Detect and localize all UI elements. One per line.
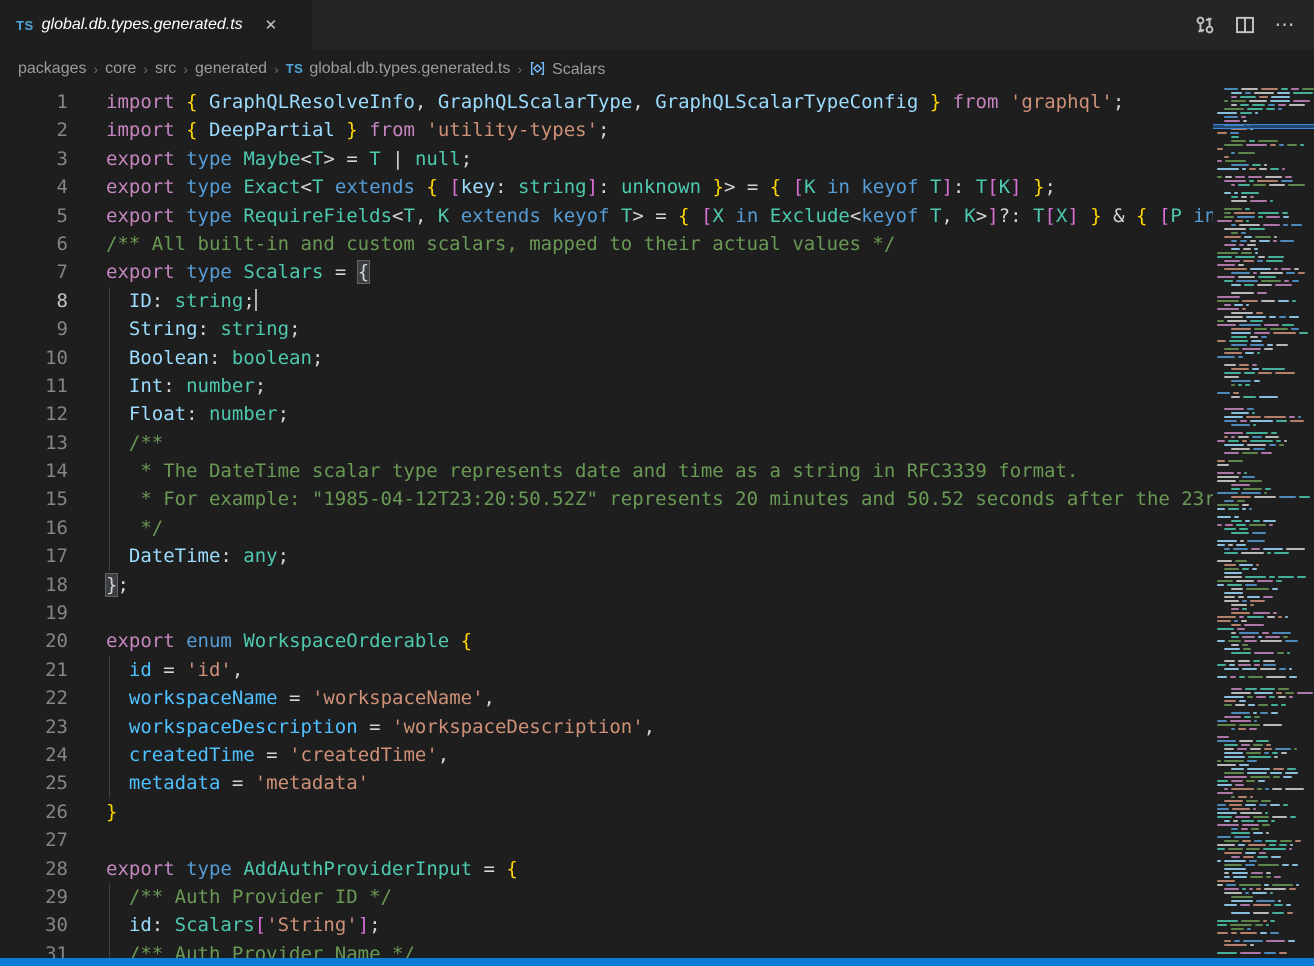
- line-number[interactable]: 28: [0, 855, 68, 883]
- code-line[interactable]: 17 DateTime: any;: [0, 542, 1314, 570]
- code-line[interactable]: 5export type RequireFields<T, K extends …: [0, 202, 1314, 230]
- breadcrumb: packages › core › src › generated › TSgl…: [0, 50, 1314, 88]
- line-number[interactable]: 30: [0, 911, 68, 939]
- close-icon[interactable]: ✕: [261, 14, 282, 36]
- line-number[interactable]: 4: [0, 173, 68, 201]
- code-line[interactable]: 24 createdTime = 'createdTime',: [0, 741, 1314, 769]
- line-number[interactable]: 24: [0, 741, 68, 769]
- line-number[interactable]: 6: [0, 230, 68, 258]
- breadcrumb-symbol-scalars[interactable]: Scalars: [529, 60, 605, 79]
- code-line[interactable]: 9 String: string;: [0, 315, 1314, 343]
- line-number[interactable]: 21: [0, 656, 68, 684]
- code-line[interactable]: 6/** All built-in and custom scalars, ma…: [0, 230, 1314, 258]
- more-actions-button[interactable]: ⋯: [1270, 10, 1300, 40]
- code-area: 1import { GraphQLResolveInfo, GraphQLSca…: [0, 88, 1314, 958]
- chevron-right-icon: ›: [143, 61, 148, 77]
- line-number[interactable]: 26: [0, 798, 68, 826]
- code-line[interactable]: 1import { GraphQLResolveInfo, GraphQLSca…: [0, 88, 1314, 116]
- code-line[interactable]: 11 Int: number;: [0, 372, 1314, 400]
- breadcrumb-file[interactable]: TSglobal.db.types.generated.ts: [286, 60, 511, 78]
- tab-global-db-types[interactable]: TS global.db.types.generated.ts ✕: [0, 0, 312, 50]
- code-line[interactable]: 4export type Exact<T extends { [key: str…: [0, 173, 1314, 201]
- split-editor-button[interactable]: [1230, 10, 1260, 40]
- breadcrumb-core[interactable]: core: [105, 60, 136, 78]
- code-line[interactable]: 29 /** Auth Provider ID */: [0, 883, 1314, 911]
- code-line[interactable]: 20export enum WorkspaceOrderable {: [0, 627, 1314, 655]
- line-number[interactable]: 20: [0, 627, 68, 655]
- code-line[interactable]: 23 workspaceDescription = 'workspaceDesc…: [0, 713, 1314, 741]
- type-symbol-icon: [529, 61, 546, 78]
- code-line[interactable]: 22 workspaceName = 'workspaceName',: [0, 684, 1314, 712]
- open-changes-button[interactable]: [1190, 10, 1220, 40]
- code-line[interactable]: 2import { DeepPartial } from 'utility-ty…: [0, 116, 1314, 144]
- code-line[interactable]: 26}: [0, 798, 1314, 826]
- breadcrumb-packages[interactable]: packages: [18, 60, 87, 78]
- minimap[interactable]: [1213, 88, 1314, 958]
- line-number[interactable]: 3: [0, 145, 68, 173]
- line-number[interactable]: 23: [0, 713, 68, 741]
- code-line[interactable]: 14 * The DateTime scalar type represents…: [0, 457, 1314, 485]
- code-line[interactable]: 21 id = 'id',: [0, 656, 1314, 684]
- code-line[interactable]: 8 ID: string;: [0, 287, 1314, 315]
- chevron-right-icon: ›: [274, 61, 279, 77]
- code-line[interactable]: 30 id: Scalars['String'];: [0, 911, 1314, 939]
- chevron-right-icon: ›: [183, 61, 188, 77]
- code-line[interactable]: 19: [0, 599, 1314, 627]
- line-number[interactable]: 14: [0, 457, 68, 485]
- line-number[interactable]: 17: [0, 542, 68, 570]
- chevron-right-icon: ›: [517, 61, 522, 77]
- tab-title: global.db.types.generated.ts: [42, 16, 243, 34]
- line-number[interactable]: 15: [0, 485, 68, 513]
- line-number[interactable]: 22: [0, 684, 68, 712]
- line-number[interactable]: 31: [0, 940, 68, 958]
- line-number[interactable]: 11: [0, 372, 68, 400]
- line-number[interactable]: 13: [0, 429, 68, 457]
- code-line[interactable]: 13 /**: [0, 429, 1314, 457]
- minimap-current-line: [1213, 124, 1314, 129]
- code-line[interactable]: 16 */: [0, 514, 1314, 542]
- line-number[interactable]: 16: [0, 514, 68, 542]
- line-number[interactable]: 19: [0, 599, 68, 627]
- code-line[interactable]: 27: [0, 826, 1314, 854]
- line-number[interactable]: 8: [0, 287, 68, 315]
- line-number[interactable]: 12: [0, 400, 68, 428]
- compare-changes-icon: [1194, 14, 1216, 36]
- editor-actions: ⋯: [1190, 0, 1314, 50]
- line-number[interactable]: 5: [0, 202, 68, 230]
- line-number[interactable]: 10: [0, 344, 68, 372]
- code-line[interactable]: 3export type Maybe<T> = T | null;: [0, 145, 1314, 173]
- line-number[interactable]: 1: [0, 88, 68, 116]
- typescript-file-icon: TS: [16, 18, 34, 33]
- tab-bar: TS global.db.types.generated.ts ✕ ⋯: [0, 0, 1314, 50]
- breadcrumb-generated[interactable]: generated: [195, 60, 267, 78]
- ellipsis-icon: ⋯: [1275, 20, 1296, 30]
- text-cursor: [255, 289, 257, 311]
- line-number[interactable]: 29: [0, 883, 68, 911]
- line-number[interactable]: 2: [0, 116, 68, 144]
- line-number[interactable]: 27: [0, 826, 68, 854]
- line-number[interactable]: 9: [0, 315, 68, 343]
- breadcrumb-src[interactable]: src: [155, 60, 176, 78]
- split-editor-icon: [1234, 14, 1256, 36]
- code-line[interactable]: 31 /** Auth Provider Name */: [0, 940, 1314, 958]
- code-editor[interactable]: 1import { GraphQLResolveInfo, GraphQLSca…: [0, 88, 1314, 958]
- chevron-right-icon: ›: [94, 61, 99, 77]
- line-number[interactable]: 7: [0, 258, 68, 286]
- code-line[interactable]: 18};: [0, 571, 1314, 599]
- code-line[interactable]: 15 * For example: "1985-04-12T23:20:50.5…: [0, 485, 1314, 513]
- line-number[interactable]: 18: [0, 571, 68, 599]
- code-line[interactable]: 10 Boolean: boolean;: [0, 344, 1314, 372]
- code-line[interactable]: 25 metadata = 'metadata': [0, 769, 1314, 797]
- code-line[interactable]: 7export type Scalars = {: [0, 258, 1314, 286]
- code-line[interactable]: 12 Float: number;: [0, 400, 1314, 428]
- code-line[interactable]: 28export type AddAuthProviderInput = {: [0, 855, 1314, 883]
- status-bar: [0, 958, 1314, 966]
- typescript-file-icon: TS: [286, 61, 304, 76]
- line-number[interactable]: 25: [0, 769, 68, 797]
